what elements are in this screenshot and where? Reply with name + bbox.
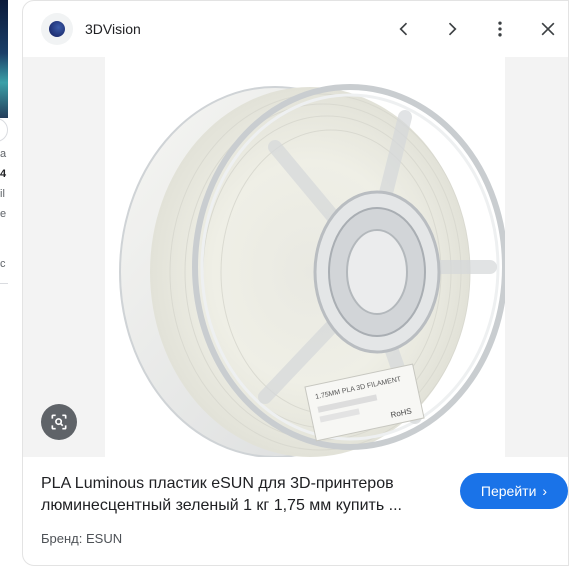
- previous-button[interactable]: [388, 13, 420, 45]
- chevron-left-icon: [399, 22, 408, 36]
- partial-result-text: 4: [0, 168, 7, 180]
- partial-result-text: il: [0, 188, 5, 200]
- site-logo-icon[interactable]: [41, 13, 73, 45]
- more-options-button[interactable]: [484, 13, 516, 45]
- lens-search-button[interactable]: [41, 404, 77, 440]
- underlying-results-column: a 4 il e c: [0, 0, 22, 566]
- image-preview-panel: 3DVision 1.75MM PLA 3D FILAMENT RoHS PLA…: [22, 0, 569, 566]
- product-image[interactable]: 1.75MM PLA 3D FILAMENT RoHS: [105, 57, 505, 457]
- brand-text: Бренд: ESUN: [41, 531, 123, 546]
- partial-favicon: [0, 118, 8, 142]
- chevron-right-icon: ›: [542, 483, 548, 499]
- chevron-right-icon: [448, 22, 457, 36]
- more-vert-icon: [498, 21, 502, 37]
- lens-search-icon: [51, 414, 67, 430]
- partial-result-text: c: [0, 258, 6, 270]
- partial-result-text: e: [0, 208, 7, 220]
- filament-spool-illustration: 1.75MM PLA 3D FILAMENT RoHS: [119, 84, 505, 457]
- image-viewer: 1.75MM PLA 3D FILAMENT RoHS: [23, 57, 568, 457]
- panel-header: 3DVision: [23, 1, 568, 57]
- divider: [0, 283, 8, 284]
- result-title[interactable]: PLA Luminous пластик eSUN для 3D-принтер…: [41, 473, 441, 517]
- visit-button-label: Перейти: [480, 483, 537, 499]
- visit-button[interactable]: Перейти ›: [460, 473, 568, 509]
- partial-result-text: a: [0, 148, 7, 160]
- close-icon: [541, 22, 555, 36]
- partial-result-thumbnail[interactable]: [0, 0, 8, 118]
- site-name[interactable]: 3DVision: [85, 21, 141, 37]
- next-button[interactable]: [436, 13, 468, 45]
- close-button[interactable]: [532, 13, 564, 45]
